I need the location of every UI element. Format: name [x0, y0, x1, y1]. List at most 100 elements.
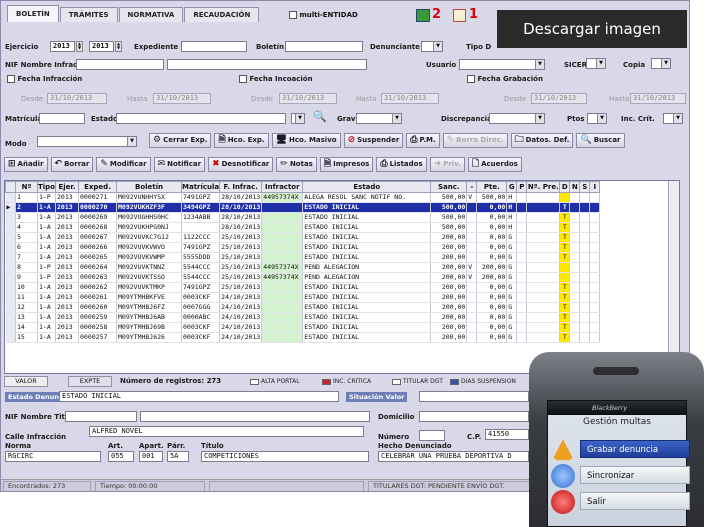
column-header[interactable]: G: [506, 181, 518, 193]
estado-input[interactable]: [116, 113, 286, 124]
table-row[interactable]: 6 1-A 2013 0000266 M092VUVKVWVO 7491GPZ 25/10/…: [5, 242, 601, 253]
grav-select[interactable]: ▼: [356, 113, 402, 124]
estado-select[interactable]: ▼: [291, 113, 305, 124]
copia-select[interactable]: ▼: [651, 58, 671, 69]
fecha-grabacion-filter[interactable]: Fecha Grabación: [467, 74, 543, 84]
borra-direc-button[interactable]: ✎ Borra Direc.: [442, 133, 508, 148]
ejercicio-to-input[interactable]: 2013: [89, 41, 114, 52]
fecha-incoacion-checkbox[interactable]: [239, 75, 247, 83]
column-header[interactable]: Tipo: [37, 181, 56, 193]
tab-valor[interactable]: VALOR: [4, 376, 48, 387]
table-row[interactable]: 5 1-A 2013 0000267 M092VUVKC7G12 1122CCC 25/10…: [5, 232, 601, 243]
notificar-button[interactable]: ✉ Notificar: [153, 157, 206, 172]
table-row[interactable]: 4 1-A 2013 0000268 M092VUKHPG0NJ 28/10/2013 ES…: [5, 222, 601, 233]
cerrar-exp-button[interactable]: ⚙ Cerrar Exp.: [149, 133, 212, 148]
modificar-button[interactable]: ✎ Modificar: [96, 157, 151, 172]
buscar-button[interactable]: 🔍 Buscar: [576, 133, 625, 148]
table-scrollbar[interactable]: [668, 181, 679, 373]
denunciante-select[interactable]: ▼: [421, 41, 443, 52]
descargar-imagen-button[interactable]: Descargar imagen: [497, 10, 687, 48]
table-row[interactable]: 12 1-A 2013 0000260 M09YTMHBJ6FZ 0007GGG 24/10…: [5, 302, 601, 313]
tab-normativa[interactable]: NORMATIVA: [118, 7, 184, 22]
nombre-infractor-input[interactable]: [167, 59, 367, 70]
pm-button[interactable]: ⎙ P.M.: [406, 133, 440, 148]
column-header[interactable]: Boletín: [116, 181, 182, 193]
infraccion-desde-input[interactable]: 31/10/2013: [47, 93, 107, 104]
sicer-select[interactable]: ▼: [586, 58, 606, 69]
column-header[interactable]: N: [569, 181, 581, 193]
table-row[interactable]: 15 1-A 2013 0000257 M09YTMHBJ626 0003CKF 24/10…: [5, 332, 601, 343]
datos-def-button[interactable]: 🗀 Datos. Def.: [510, 133, 574, 148]
priv-button[interactable]: ➜ Priv.: [429, 157, 465, 172]
listados-button[interactable]: ⎙ Listados: [376, 157, 427, 172]
column-header[interactable]: -: [466, 181, 478, 193]
infraccion-hasta-input[interactable]: 31/10/2013: [153, 93, 211, 104]
suspender-button[interactable]: ⊘ Suspender: [343, 133, 404, 148]
tab-expte[interactable]: EXPTE: [68, 376, 112, 387]
table-row[interactable]: ▶ 2 1-A 2013 0000270 M092VUKHZF3F 3494GPZ 28/10…: [5, 202, 601, 213]
grabar-denuncia-menu-item[interactable]: Grabar denuncia: [580, 440, 690, 458]
column-header[interactable]: Pte.: [476, 181, 508, 193]
column-header[interactable]: Ejer.: [55, 181, 79, 193]
grabacion-hasta-input[interactable]: 31/10/2013: [630, 93, 686, 104]
column-header[interactable]: Estado: [302, 181, 432, 193]
usuario-select[interactable]: ▼: [459, 59, 545, 70]
borrar-button[interactable]: ↶ Borrar: [50, 157, 94, 172]
salir-menu-item[interactable]: Salir: [580, 492, 690, 510]
tab-boletin[interactable]: BOLETÍN: [7, 5, 59, 22]
hco-masivo-button[interactable]: 🖥 Hco. Masivo: [271, 133, 341, 148]
ejercicio-to-spinner[interactable]: ▲ ▼: [115, 41, 122, 52]
fecha-grabacion-checkbox[interactable]: [467, 75, 475, 83]
column-header[interactable]: Exped.: [78, 181, 117, 193]
notifications-icon[interactable]: [416, 9, 430, 22]
tab-recaudacion[interactable]: RECAUDACIÓN: [184, 7, 260, 22]
expediente-input[interactable]: [181, 41, 247, 52]
column-header[interactable]: I: [589, 181, 601, 193]
table-row[interactable]: 8 1-P 2013 0000264 M092VUVKTNNZ 5544CCC 25/10/…: [5, 262, 601, 273]
column-header[interactable]: Nº: [15, 181, 38, 193]
notas-button[interactable]: ✏ Notas: [276, 157, 317, 172]
boletin-input[interactable]: [285, 41, 363, 52]
table-row[interactable]: 14 1-A 2013 0000258 M09YTMHBJ69B 0003CKF 24/10…: [5, 322, 601, 333]
table-row[interactable]: 10 1-A 2013 0000262 M092VUVKTMKP 7491GPZ 25/10…: [5, 282, 601, 293]
impresos-button[interactable]: 🗎 Impresos: [319, 157, 374, 172]
ptos-select[interactable]: ▼: [587, 113, 607, 124]
multi-entidad-toggle[interactable]: multi-ENTIDAD: [289, 11, 358, 19]
column-header[interactable]: Matrícula: [180, 181, 221, 193]
column-header[interactable]: Nº. Pre.: [526, 181, 561, 193]
table-row[interactable]: 9 1-P 2013 0000263 M092VUVKTSSO 5544CCC 25/10/…: [5, 272, 601, 283]
table-row[interactable]: 7 1-A 2013 0000265 M092VUVKVWMP 5555DDD 25/10/…: [5, 252, 601, 263]
column-header[interactable]: D: [559, 181, 571, 193]
column-header[interactable]: Infractor: [261, 181, 304, 193]
matricula-input[interactable]: [39, 113, 85, 124]
inc-crit-select[interactable]: ▼: [663, 113, 683, 124]
column-header[interactable]: P: [516, 181, 528, 193]
tab-tramites[interactable]: TRÁMITES: [59, 7, 118, 22]
anadir-button[interactable]: ⊞ Añadir: [4, 157, 48, 172]
incoacion-hasta-input[interactable]: 31/10/2013: [381, 93, 439, 104]
column-header[interactable]: Sanc.: [430, 181, 468, 193]
table-row[interactable]: 11 1-A 2013 0000261 M09YTMHBKFVE 0003CKF 24/10…: [5, 292, 601, 303]
fecha-incoacion-filter[interactable]: Fecha Incoación: [239, 74, 313, 84]
incoacion-desde-input[interactable]: 31/10/2013: [279, 93, 337, 104]
modo-select[interactable]: ▼: [37, 136, 137, 147]
search-icon[interactable]: 🔍: [313, 110, 327, 123]
column-header[interactable]: S: [579, 181, 591, 193]
table-row[interactable]: 13 1-A 2013 0000259 M09YTMHBJ6AB 0000ABC 24/10…: [5, 312, 601, 323]
ejercicio-from-spinner[interactable]: ▲ ▼: [76, 41, 83, 52]
acuerdos-button[interactable]: 🗋 Acuerdos: [467, 157, 522, 172]
discrepancia-select[interactable]: ▼: [489, 113, 545, 124]
fecha-infraccion-filter[interactable]: Fecha Infracción: [7, 74, 82, 84]
desnotificar-button[interactable]: ✖ Desnotificar: [208, 157, 274, 172]
column-header[interactable]: F. Infrac.: [219, 181, 263, 193]
alerts-icon[interactable]: [453, 9, 466, 22]
sincronizar-menu-item[interactable]: Sincronizar: [580, 466, 690, 484]
table-row[interactable]: 3 1-A 2013 0000269 M092VUGHHS0HC 1234ABB 28/10…: [5, 212, 601, 223]
ejercicio-from-input[interactable]: 2013: [50, 41, 75, 52]
multi-entidad-checkbox[interactable]: [289, 11, 297, 19]
hco-exp-button[interactable]: 🗎 Hco. Exp.: [214, 133, 269, 148]
nif-infractor-input[interactable]: [76, 59, 164, 70]
table-row[interactable]: 1 1-P 2013 0000271 M092VUNHHYSX 7491GPZ 28/10/…: [5, 192, 601, 203]
fecha-infraccion-checkbox[interactable]: [7, 75, 15, 83]
grabacion-desde-input[interactable]: 31/10/2013: [531, 93, 587, 104]
